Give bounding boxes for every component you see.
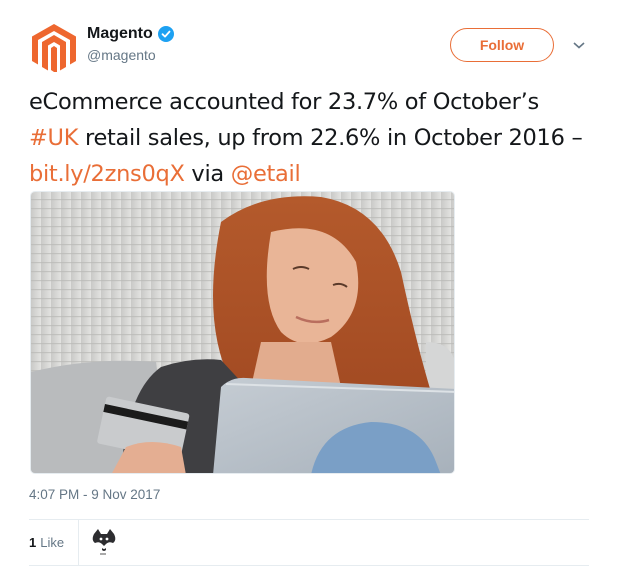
magento-logo-icon[interactable] [32,24,76,72]
author-name-row[interactable]: Magento [87,25,174,43]
tweet-timestamp[interactable]: 4:07 PM - 9 Nov 2017 [29,487,160,502]
photo-woman-with-laptop [31,192,454,473]
follow-button[interactable]: Follow [450,28,554,62]
likes-label: Like [40,535,65,550]
author-block[interactable]: Magento @magento [87,25,174,63]
likes-count-link[interactable]: 1 Like [29,520,80,565]
tweet-text-segment: eCommerce accounted for 23.7% of October… [29,89,539,115]
tweet-link-link[interactable]: bit.ly/2zns0qX [29,161,185,187]
tweet-mention-link[interactable]: @etail [231,161,301,187]
cat-avatar-icon[interactable] [91,528,117,558]
author-display-name[interactable]: Magento [87,25,153,43]
tweet-hashtag-link[interactable]: #UK [29,125,78,151]
likes-count: 1 [29,535,37,550]
tweet-text: eCommerce accounted for 23.7% of October… [29,84,589,192]
divider-bottom [29,565,589,566]
tweet-text-segment: retail sales, up from 22.6% in October 2… [78,125,583,151]
author-handle[interactable]: @magento [87,47,174,63]
tweet-media-photo[interactable] [30,191,455,474]
tweet-stats: 1 Like [29,520,117,565]
tweet-text-segment: via [184,161,231,187]
chevron-down-icon[interactable] [572,40,586,50]
verified-badge-icon [157,26,174,42]
